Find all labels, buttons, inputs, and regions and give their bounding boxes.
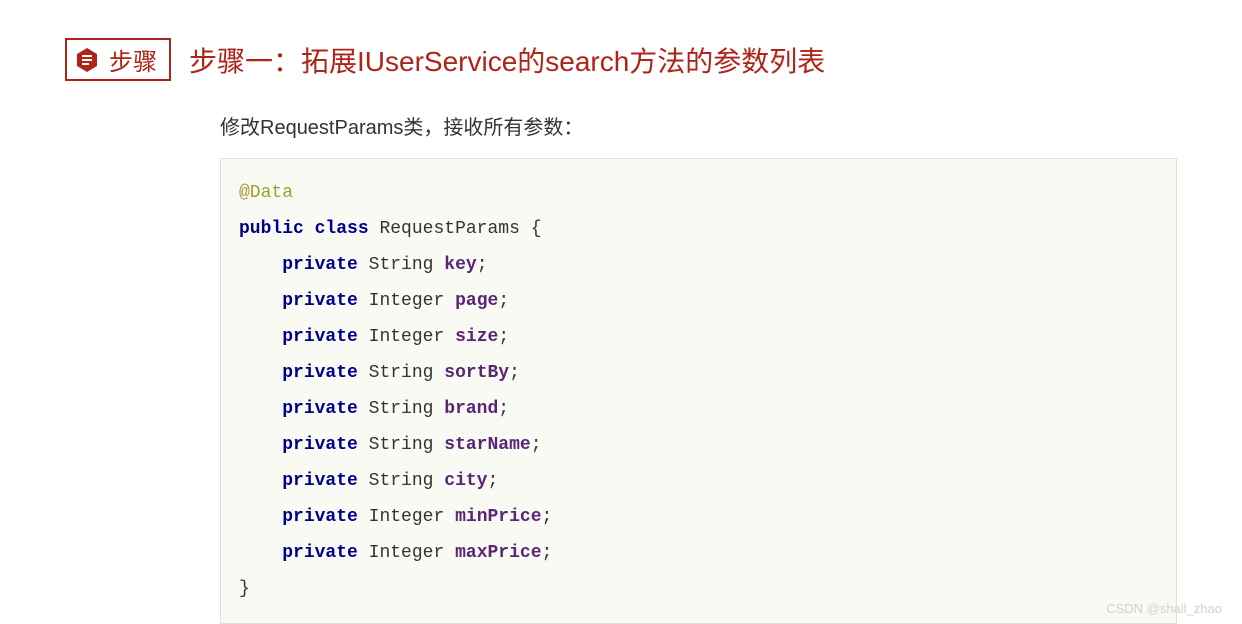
semicolon: ;	[488, 471, 499, 491]
brace-open: {	[520, 219, 542, 239]
field-type: String	[369, 399, 434, 419]
description-text: 修改RequestParams类，接收所有参数：	[220, 111, 1177, 140]
field-type: String	[369, 363, 434, 383]
kw-private: private	[282, 543, 358, 563]
semicolon: ;	[509, 363, 520, 383]
kw-public: public	[239, 219, 304, 239]
steps-icon	[73, 46, 101, 74]
field-type: Integer	[369, 507, 445, 527]
field-name: key	[444, 255, 476, 275]
semicolon: ;	[542, 507, 553, 527]
kw-private: private	[282, 507, 358, 527]
kw-private: private	[282, 327, 358, 347]
brace-close: }	[239, 579, 250, 599]
field-type: String	[369, 435, 434, 455]
field-type: Integer	[369, 291, 445, 311]
code-block: @Data public class RequestParams { priva…	[220, 158, 1177, 624]
semicolon: ;	[498, 291, 509, 311]
kw-private: private	[282, 435, 358, 455]
kw-private: private	[282, 363, 358, 383]
badge-label: 步骤	[109, 42, 157, 77]
content-area: 修改RequestParams类，接收所有参数： @Data public cl…	[220, 111, 1177, 624]
kw-private: private	[282, 255, 358, 275]
field-name: page	[455, 291, 498, 311]
code-annotation: @Data	[239, 183, 293, 203]
field-type: String	[369, 471, 434, 491]
field-name: maxPrice	[455, 543, 541, 563]
step-badge: 步骤	[65, 38, 171, 81]
semicolon: ;	[542, 543, 553, 563]
field-name: minPrice	[455, 507, 541, 527]
class-name: RequestParams	[379, 219, 519, 239]
field-name: brand	[444, 399, 498, 419]
field-name: starName	[444, 435, 530, 455]
field-name: sortBy	[444, 363, 509, 383]
kw-private: private	[282, 471, 358, 491]
semicolon: ;	[531, 435, 542, 455]
semicolon: ;	[498, 327, 509, 347]
field-type: String	[369, 255, 434, 275]
field-name: size	[455, 327, 498, 347]
step-title: 步骤一：拓展IUserService的search方法的参数列表	[189, 40, 825, 80]
field-type: Integer	[369, 327, 445, 347]
field-name: city	[444, 471, 487, 491]
field-type: Integer	[369, 543, 445, 563]
semicolon: ;	[477, 255, 488, 275]
semicolon: ;	[498, 399, 509, 419]
kw-private: private	[282, 399, 358, 419]
kw-class: class	[315, 219, 369, 239]
header-row: 步骤 步骤一：拓展IUserService的search方法的参数列表	[65, 38, 1177, 81]
watermark: CSDN @shall_zhao	[1106, 601, 1222, 616]
kw-private: private	[282, 291, 358, 311]
